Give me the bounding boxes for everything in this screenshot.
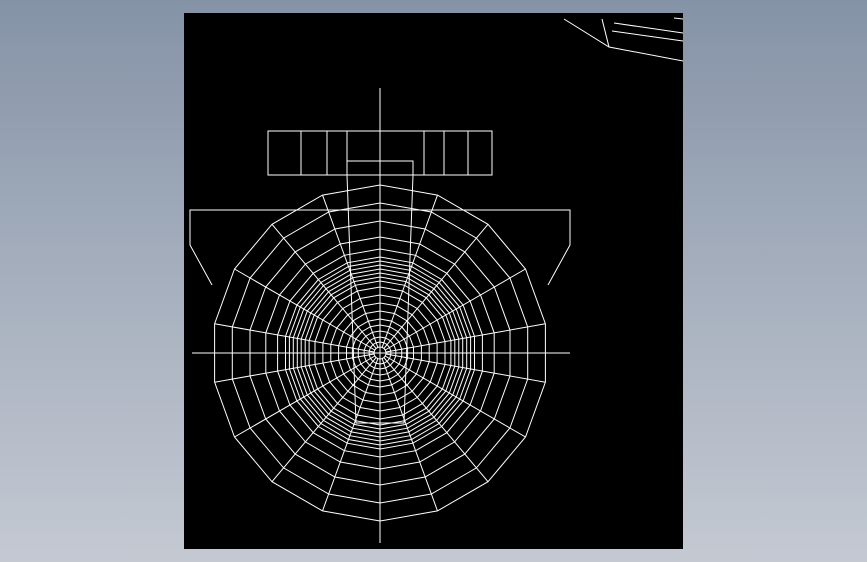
wireframe-drawing xyxy=(189,17,683,543)
flange-right xyxy=(547,209,571,286)
corner-line xyxy=(613,22,683,34)
corner-fragment xyxy=(563,17,683,62)
cad-viewport[interactable] xyxy=(184,13,683,549)
corner-line xyxy=(673,17,683,20)
wireframe-lines xyxy=(189,88,571,543)
flange-left xyxy=(189,209,213,286)
corner-line xyxy=(611,30,683,42)
corner-line xyxy=(563,18,683,62)
